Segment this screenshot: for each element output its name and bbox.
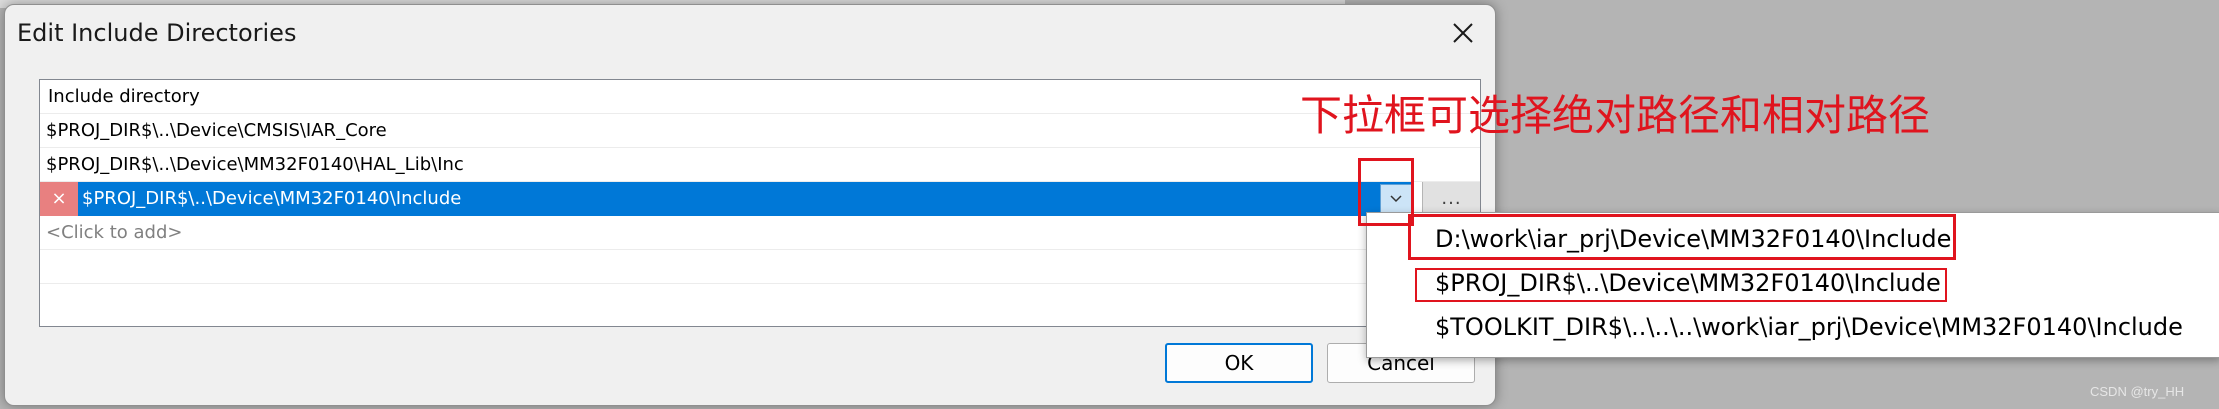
list-item[interactable]: $PROJ_DIR$\..\Device\MM32F0140\HAL_Lib\I…	[40, 148, 1480, 182]
add-item-placeholder: <Click to add>	[46, 222, 183, 243]
list-header: Include directory	[40, 80, 1480, 114]
list-item-label: $PROJ_DIR$\..\Device\CMSIS\IAR_Core	[46, 120, 387, 141]
delete-icon: ×	[51, 188, 67, 209]
add-item-row[interactable]: <Click to add>	[40, 216, 1480, 250]
dropdown-button[interactable]	[1380, 184, 1412, 214]
list-item[interactable]: $PROJ_DIR$\..\Device\CMSIS\IAR_Core	[40, 114, 1480, 148]
close-button[interactable]	[1435, 9, 1491, 57]
empty-row	[40, 250, 1480, 284]
chevron-down-icon	[1390, 195, 1402, 203]
dropdown-option-proj-relative[interactable]: $PROJ_DIR$\..\Device\MM32F0140\Include	[1435, 269, 1941, 297]
dropdown-option-absolute[interactable]: D:\work\iar_prj\Device\MM32F0140\Include	[1435, 225, 1951, 253]
path-edit-field[interactable]: $PROJ_DIR$\..\Device\MM32F0140\Include	[78, 182, 1412, 216]
close-icon	[1453, 23, 1473, 43]
browse-button[interactable]: ...	[1422, 182, 1480, 216]
dropdown-list: D:\work\iar_prj\Device\MM32F0140\Include…	[1366, 212, 2219, 358]
dialog-title: Edit Include Directories	[17, 19, 297, 47]
browse-label: ...	[1441, 188, 1462, 209]
annotation-text: 下拉框可选择绝对路径和相对路径	[1300, 91, 1931, 140]
dropdown-option-toolkit-relative[interactable]: $TOOLKIT_DIR$\..\..\..\work\iar_prj\Devi…	[1435, 313, 2183, 341]
list-item-selected[interactable]: × $PROJ_DIR$\..\Device\MM32F0140\Include…	[40, 182, 1480, 216]
delete-button[interactable]: ×	[40, 182, 78, 216]
edit-include-directories-dialog: Edit Include Directories Include directo…	[4, 4, 1496, 406]
list-item-label: $PROJ_DIR$\..\Device\MM32F0140\HAL_Lib\I…	[46, 154, 464, 175]
watermark: CSDN @try_HH	[2090, 384, 2185, 399]
path-edit-value: $PROJ_DIR$\..\Device\MM32F0140\Include	[82, 188, 462, 209]
list-header-label: Include directory	[48, 86, 200, 107]
ok-button[interactable]: OK	[1165, 343, 1313, 383]
include-directory-list: Include directory $PROJ_DIR$\..\Device\C…	[39, 79, 1481, 327]
